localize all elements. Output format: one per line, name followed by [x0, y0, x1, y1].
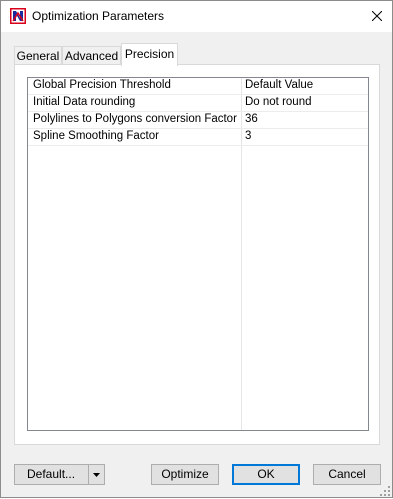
optimize-button[interactable]: Optimize [151, 464, 219, 485]
property-name: Global Precision Threshold [33, 79, 171, 91]
property-row-spline-smoothing[interactable]: Spline Smoothing Factor 3 [28, 129, 368, 146]
optimization-parameters-dialog: Optimization Parameters General Advanced… [0, 0, 393, 498]
property-row-initial-rounding[interactable]: Initial Data rounding Do not round [28, 95, 368, 112]
tab-general[interactable]: General [14, 46, 62, 65]
property-value[interactable]: 3 [245, 130, 251, 142]
property-name: Spline Smoothing Factor [33, 130, 159, 142]
property-value[interactable]: Do not round [245, 96, 312, 108]
resize-grip-icon[interactable] [380, 485, 390, 496]
default-button-label: Default... [27, 467, 76, 481]
property-row-polylines-factor[interactable]: Polylines to Polygons conversion Factor … [28, 112, 368, 129]
close-button[interactable] [362, 1, 392, 32]
title-bar: Optimization Parameters [1, 1, 392, 32]
cancel-button[interactable]: Cancel [313, 464, 381, 485]
dropdown-arrow-icon[interactable] [88, 465, 104, 484]
property-value[interactable]: Default Value [245, 79, 313, 91]
close-icon [371, 10, 383, 24]
property-grid: Global Precision Threshold Default Value… [27, 77, 369, 431]
property-row-global-precision[interactable]: Global Precision Threshold Default Value [28, 78, 368, 95]
property-name: Polylines to Polygons conversion Factor [33, 113, 237, 125]
tab-advanced[interactable]: Advanced [62, 46, 121, 65]
precision-tab-panel: Global Precision Threshold Default Value… [14, 64, 380, 445]
property-value[interactable]: 36 [245, 113, 258, 125]
default-split-button[interactable]: Default... [14, 464, 105, 485]
property-name: Initial Data rounding [33, 96, 136, 108]
window-title: Optimization Parameters [32, 9, 165, 23]
ok-button[interactable]: OK [232, 464, 300, 485]
tab-precision[interactable]: Precision [121, 43, 178, 66]
app-logo-icon [10, 8, 26, 24]
